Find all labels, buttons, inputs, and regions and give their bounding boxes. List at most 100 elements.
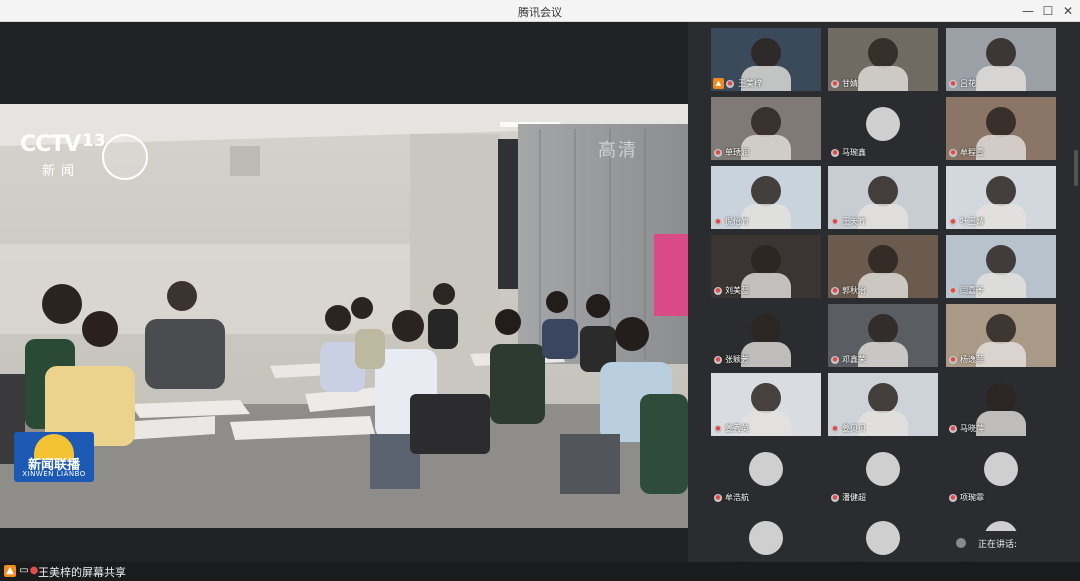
participant-tile[interactable]: ▲ ● 王美梓 [711,28,821,91]
participant-silhouette [868,314,898,344]
mic-muted-icon: ● [714,356,722,364]
maximize-button[interactable]: ☐ [1040,3,1056,19]
participant-tile[interactable]: ● 杨逸菲 [946,304,1056,367]
participant-silhouette [868,383,898,413]
participant-name: 倪怡竹 [725,217,749,226]
participant-name: 马晓萍 [960,424,984,433]
minimize-button[interactable]: — [1020,3,1036,19]
participant-name: 张颖芳 [725,355,749,364]
participant-name: 郭秋治 [842,286,866,295]
avatar [749,452,783,486]
channel-sub-label: 新闻 [42,164,81,179]
participant-tile[interactable]: ● 邓鑫荣 [828,304,938,367]
mic-muted-icon: ● [714,218,722,226]
avatar [866,107,900,141]
participant-silhouette [751,38,781,68]
participant-tile[interactable]: ● 甘婧 [828,28,938,91]
participant-silhouette-body [976,66,1026,91]
participant-silhouette [986,107,1016,137]
participant-name: 邓鑫荣 [842,355,866,364]
speaking-indicator: 正在讲话: [948,531,1078,555]
meeting-window: 腾讯会议 — ☐ ✕ CCTV 13 新闻 高清 新闻联播 XINWEN LIA… [0,0,1080,581]
participant-name: 王天齐 [842,217,866,226]
share-status-bar: ▲ ▭ ● 王美梓的屏幕共享 [0,562,1080,581]
participant-tile[interactable]: ● 姜秀英 [711,373,821,436]
mic-muted-icon: ● [949,80,957,88]
participant-name: 牟程雪 [960,148,984,157]
avatar [866,521,900,555]
speaking-label: 正在讲话: [978,540,1018,550]
participant-silhouette [868,176,898,206]
participant-silhouette [751,176,781,206]
participant-silhouette-body [858,66,908,91]
participant-silhouette [751,314,781,344]
participant-tile[interactable]: ● 王天齐 [828,166,938,229]
participant-silhouette [751,107,781,137]
mic-muted-icon: ● [949,218,957,226]
participant-name: 马琬鑫 [842,148,866,157]
participant-tile[interactable]: ● 姜贝贝 [828,373,938,436]
mic-muted-icon: ● [714,425,722,433]
hd-watermark: 高清 [598,140,638,161]
participant-name: 闫嘉予 [960,286,984,295]
screen-share-area: CCTV 13 新闻 高清 新闻联播 XINWEN LIANBO [0,22,688,562]
participant-silhouette [751,245,781,275]
participant-tile[interactable]: ● 叶玉婧 [946,166,1056,229]
participant-silhouette [986,38,1016,68]
participant-tile[interactable]: ● 牟浩航 [711,442,821,505]
mic-muted-icon: ● [949,287,957,295]
mic-muted-icon: ● [831,218,839,226]
participant-tile[interactable]: ● 潘健超 [828,442,938,505]
mic-muted-icon: ● [714,287,722,295]
participant-tile[interactable]: ● 闫嘉予 [946,235,1056,298]
participant-tile[interactable]: ● 郭秋治 [828,235,938,298]
mic-muted-icon: ● [949,494,957,502]
cctv-logo-text: CCTV [20,132,81,157]
participant-tile[interactable]: ● 马琬鑫 [828,97,938,160]
mic-muted-icon: ● [831,425,839,433]
shared-video-frame: CCTV 13 新闻 高清 新闻联播 XINWEN LIANBO [0,104,688,528]
participant-tile[interactable]: ● 单琇润 [711,97,821,160]
mic-muted-icon: ● [831,149,839,157]
participant-tile[interactable]: ● 刘美蕊 [711,235,821,298]
participant-silhouette [868,245,898,275]
mic-muted-icon: ● [831,494,839,502]
news-program-badge: 新闻联播 XINWEN LIANBO [14,432,94,482]
mic-muted-icon: ● [831,80,839,88]
participant-silhouette [751,383,781,413]
participant-grid[interactable]: ▲ ● 王美梓 ● 甘婧 ● 吕花 ● 单琇润 ● 马琬鑫 ● 牟程雪 ● 倪怡竹 ● 王天齐 ● 叶玉婧 ● 刘美蕊 ●… [688,22,1080,574]
participant-name: 甘婧 [842,79,858,88]
participant-scrollbar[interactable] [1074,150,1078,186]
participant-tile[interactable]: ● 牟程雪 [946,97,1056,160]
mic-icon [956,538,966,548]
participant-tile[interactable]: ● 倪怡竹 [711,166,821,229]
mic-muted-icon: ● [949,149,957,157]
window-title: 腾讯会议 [518,6,562,19]
mic-muted-icon: ● [949,425,957,433]
participant-name: 叶玉婧 [960,217,984,226]
host-badge-icon: ▲ [713,78,724,89]
mic-muted-icon: ● [949,356,957,364]
share-label: 王美梓的屏幕共享 [38,566,126,579]
channel-emblem-icon [102,134,148,180]
participant-tile[interactable]: ● 吕花 [946,28,1056,91]
channel-number: 13 [82,131,106,151]
participant-silhouette [986,176,1016,206]
participant-name: 牟浩航 [725,493,749,502]
participant-silhouette [868,38,898,68]
participant-name: 潘健超 [842,493,866,502]
mic-muted-icon: ● [726,80,734,88]
participant-name: 项琬霏 [960,493,984,502]
close-button[interactable]: ✕ [1060,3,1076,19]
participant-name: 姜秀英 [725,424,749,433]
participant-tile[interactable]: ● 张颖芳 [711,304,821,367]
participant-name: 吕花 [960,79,976,88]
participant-tile[interactable]: ● 项琬霏 [946,442,1056,505]
participant-tile[interactable]: ● 马晓萍 [946,373,1056,436]
participant-silhouette [986,245,1016,275]
participant-name: 杨逸菲 [960,355,984,364]
avatar [749,521,783,555]
mic-muted-icon: ● [831,287,839,295]
host-icon: ▲ [4,565,16,577]
participant-silhouette [986,383,1016,413]
